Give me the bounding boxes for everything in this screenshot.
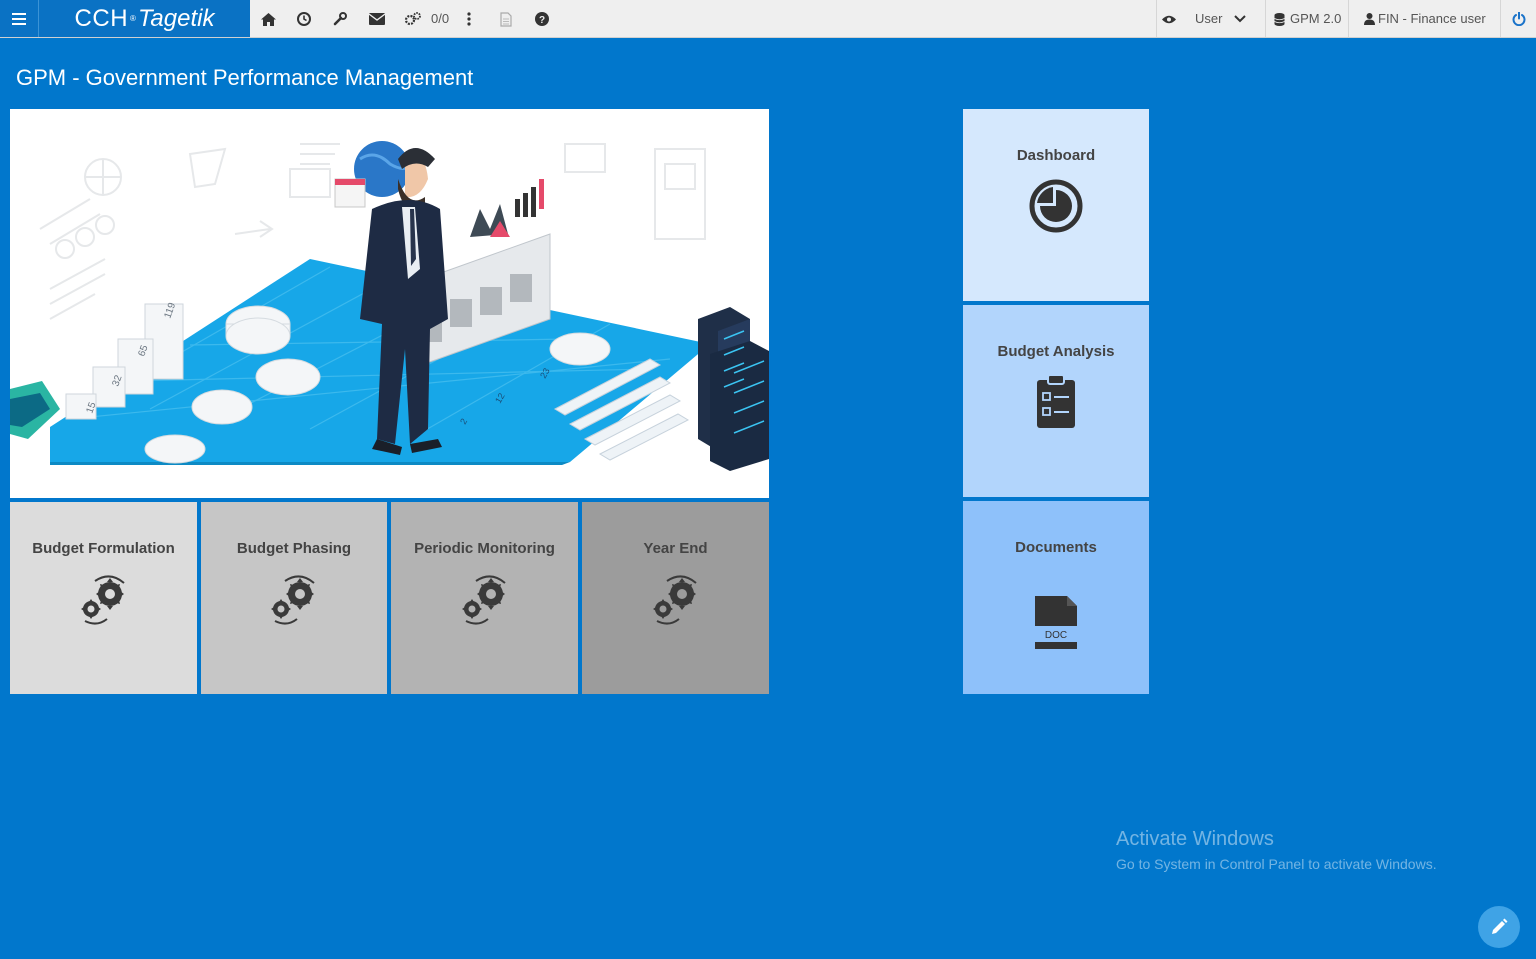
tile-budget-analysis[interactable]: Budget Analysis <box>963 305 1149 497</box>
wrench-icon[interactable] <box>330 9 350 29</box>
view-mode-select[interactable]: User <box>1195 11 1222 26</box>
tile-documents[interactable]: Documents DOC <box>963 501 1149 694</box>
tile-label: Documents <box>1015 539 1097 556</box>
top-toolbar: CCH ® Tagetik 0/0 ? User GPM 2.0 FIN - Fin… <box>0 0 1536 38</box>
processes-gears-icon[interactable] <box>403 9 423 29</box>
process-gears-icon <box>652 575 697 625</box>
tile-budget-formulation[interactable]: Budget Formulation <box>10 502 197 694</box>
eye-icon <box>1159 9 1179 29</box>
pie-chart-icon <box>1029 179 1083 233</box>
svg-text:?: ? <box>539 15 545 26</box>
process-gears-icon <box>80 575 125 625</box>
chevron-down-icon[interactable] <box>1230 9 1250 29</box>
hero-illustration: 119 65 32 15 23 12 2 <box>10 109 769 498</box>
page-title: GPM - Government Performance Management <box>16 65 474 90</box>
power-icon[interactable] <box>1509 9 1529 29</box>
activate-windows-watermark: Activate Windows <box>1116 828 1274 850</box>
database-icon <box>1269 9 1289 29</box>
document-icon[interactable] <box>496 9 516 29</box>
tile-label: Budget Analysis <box>997 343 1115 360</box>
app-logo: CCH ® Tagetik <box>38 0 250 37</box>
edit-button[interactable] <box>1478 906 1520 948</box>
help-icon[interactable]: ? <box>532 9 552 29</box>
hamburger-menu-button[interactable] <box>0 0 38 37</box>
tile-periodic-monitoring[interactable]: Periodic Monitoring <box>391 502 578 694</box>
activate-windows-hint: Go to System in Control Panel to activat… <box>1116 856 1437 872</box>
clipboard-checklist-icon <box>1037 374 1075 428</box>
user-icon <box>1359 9 1379 29</box>
user-menu[interactable]: FIN - Finance user <box>1378 11 1486 26</box>
more-vertical-icon[interactable] <box>459 9 479 29</box>
tile-label: Periodic Monitoring <box>414 540 555 557</box>
tile-label: Budget Phasing <box>236 540 352 557</box>
tile-label: Budget Formulation <box>32 540 175 557</box>
process-gears-icon <box>271 575 315 625</box>
process-counter: 0/0 <box>431 11 450 26</box>
model-selector[interactable]: GPM 2.0 <box>1290 11 1341 26</box>
tile-label: Year End <box>643 540 708 557</box>
svg-text:DOC: DOC <box>1045 630 1067 641</box>
hamburger-icon <box>12 12 26 25</box>
home-icon[interactable] <box>258 9 278 29</box>
mail-icon[interactable] <box>367 9 387 29</box>
tile-dashboard[interactable]: Dashboard <box>963 109 1149 301</box>
tile-budget-phasing[interactable]: Budget Phasing <box>201 502 387 694</box>
pencil-icon <box>1492 918 1508 934</box>
doc-file-icon: DOC <box>1035 596 1077 649</box>
clock-icon[interactable] <box>294 9 314 29</box>
tile-label: Dashboard <box>1016 147 1096 164</box>
tile-year-end[interactable]: Year End <box>582 502 769 694</box>
process-gears-icon <box>461 575 506 625</box>
